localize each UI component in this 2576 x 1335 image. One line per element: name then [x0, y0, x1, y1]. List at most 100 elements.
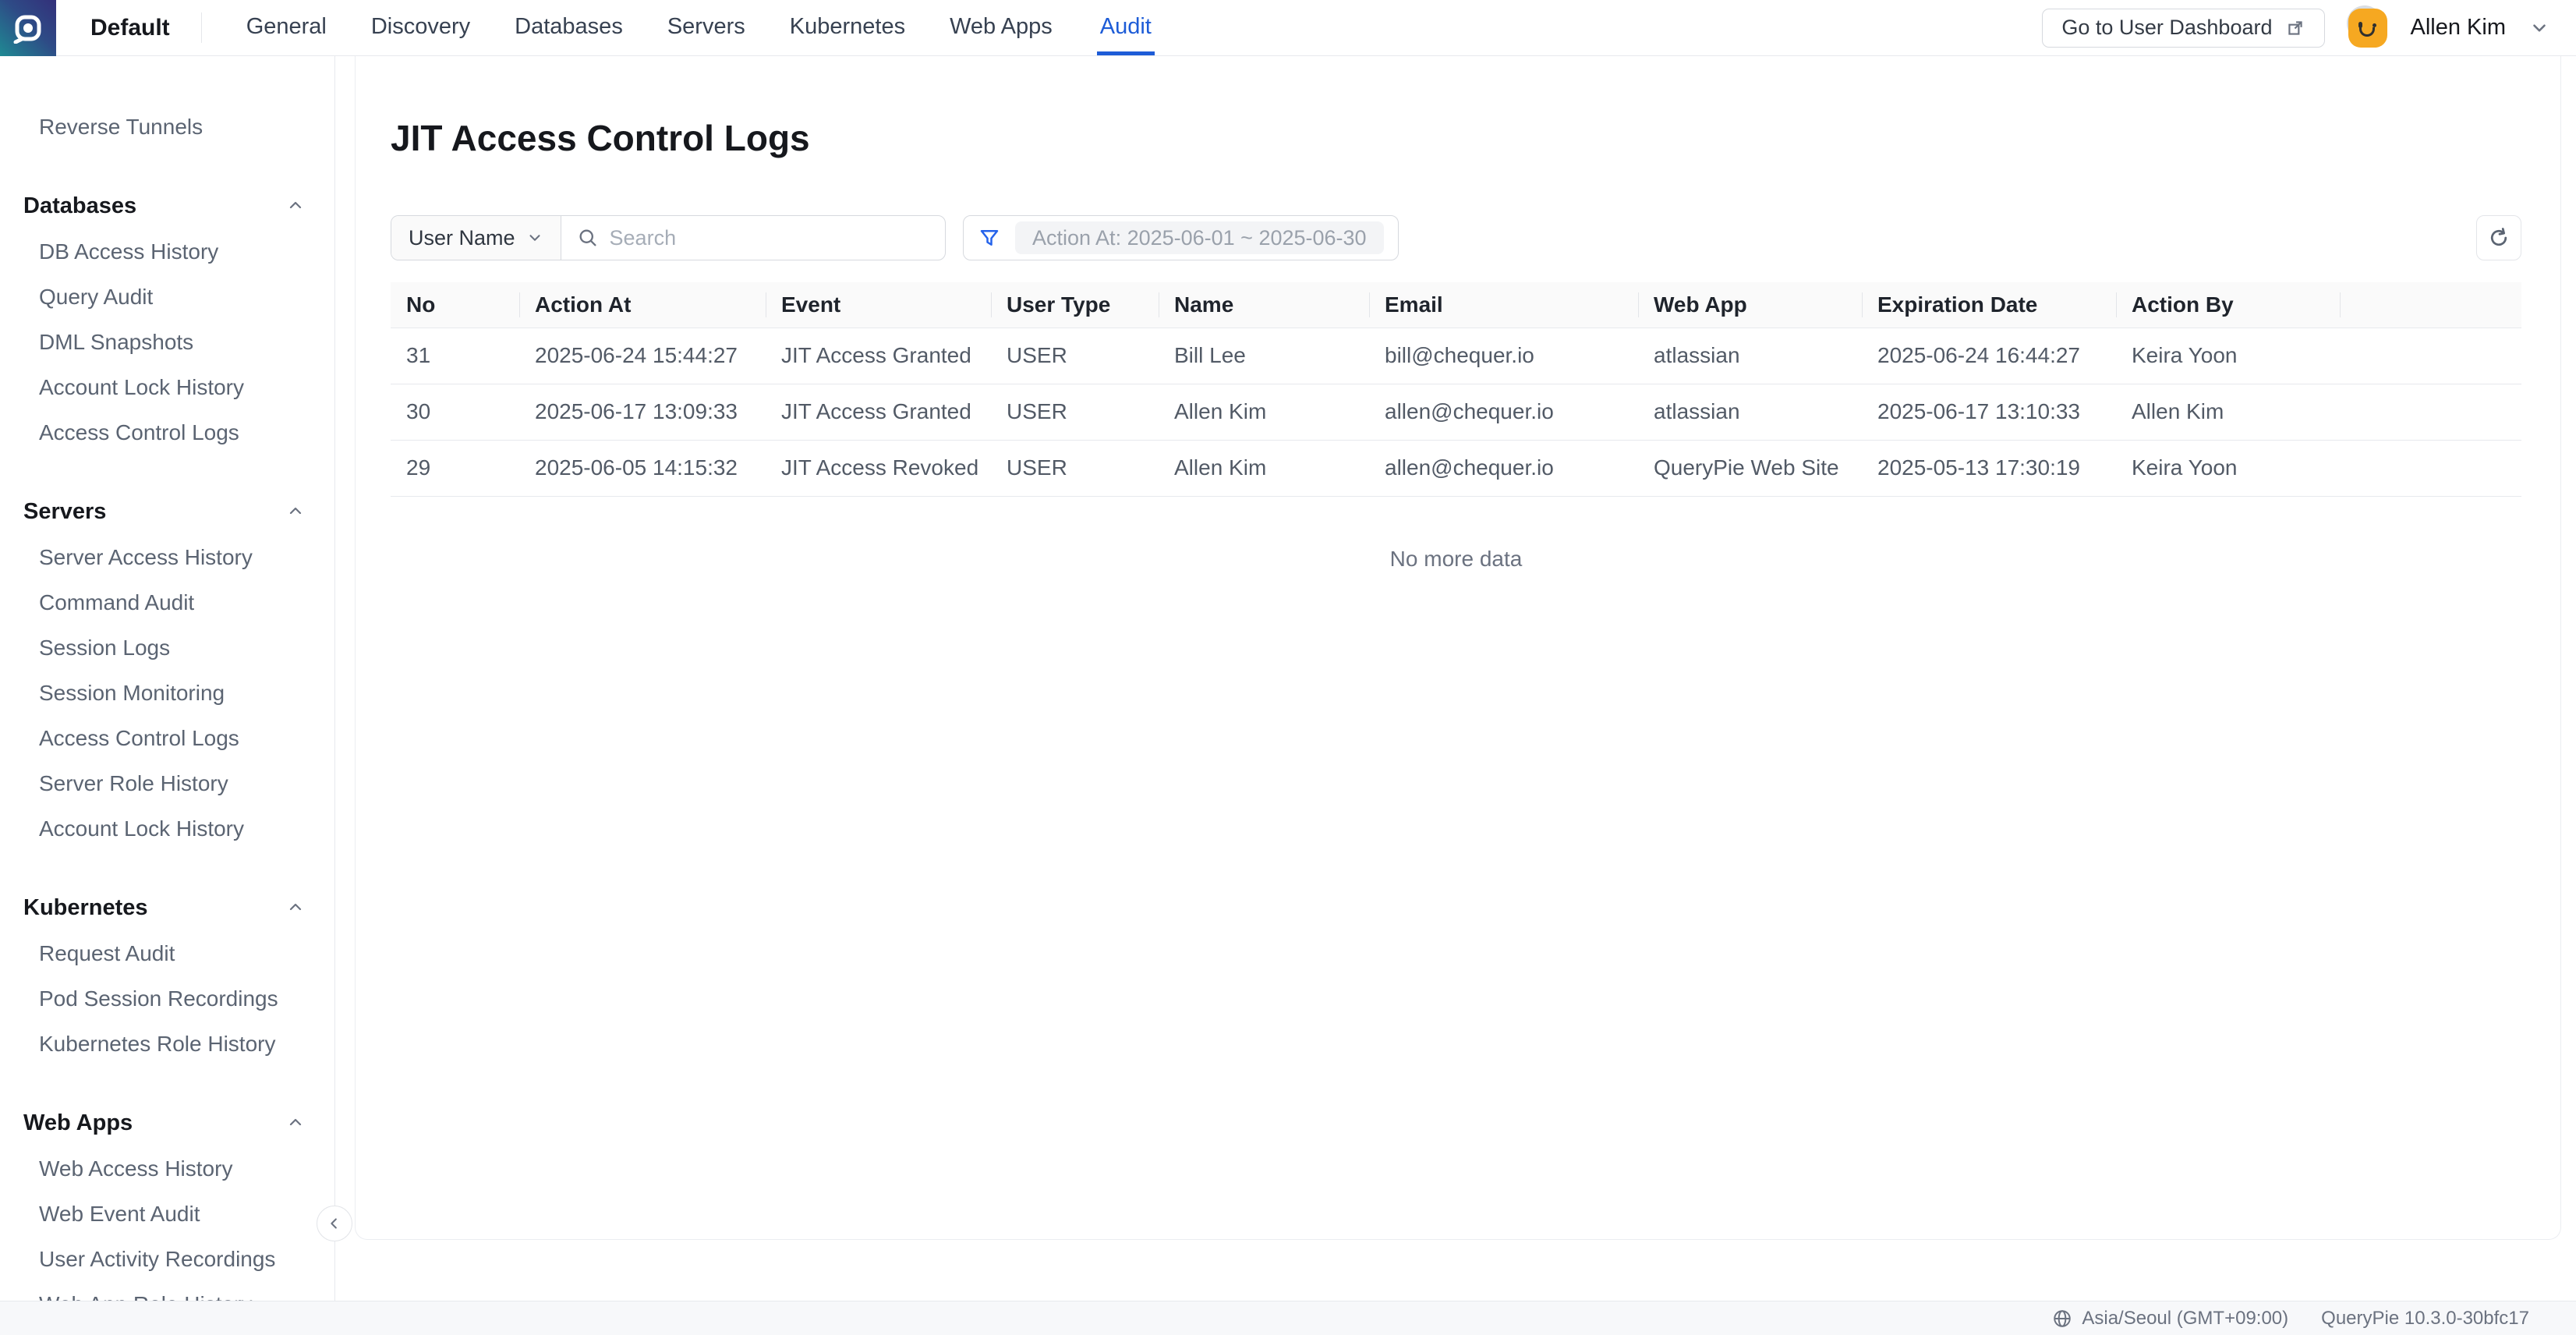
cell-expiration-date: 2025-06-17 13:10:33	[1862, 384, 2116, 440]
cell-name: Bill Lee	[1159, 328, 1369, 384]
search-field-selector[interactable]: User Name	[391, 216, 561, 260]
external-link-icon	[2285, 18, 2305, 38]
cell-action-by: Keira Yoon	[2116, 328, 2340, 384]
header-divider	[201, 12, 202, 43]
sidebar-item-web-access-history[interactable]: Web Access History	[0, 1146, 334, 1192]
table-row[interactable]: 30 2025-06-17 13:09:33 JIT Access Grante…	[391, 384, 2521, 440]
sidebar: Reverse Tunnels Databases DB Access Hist…	[0, 56, 335, 1301]
timezone-indicator[interactable]: Asia/Seoul (GMT+09:00)	[2052, 1308, 2288, 1330]
chevron-up-icon	[286, 1114, 305, 1132]
cell-expiration-date: 2025-05-13 17:30:19	[1862, 440, 2116, 496]
table-row[interactable]: 31 2025-06-24 15:44:27 JIT Access Grante…	[391, 328, 2521, 384]
col-event: Event	[766, 282, 991, 328]
top-header: Default General Discovery Databases Serv…	[0, 0, 2576, 56]
top-nav: General Discovery Databases Servers Kube…	[246, 0, 1155, 55]
sidebar-item-access-control-logs[interactable]: Access Control Logs	[0, 410, 334, 455]
cell-action-by: Keira Yoon	[2116, 440, 2340, 496]
dashboard-button-label: Go to User Dashboard	[2061, 16, 2272, 40]
section-title: Servers	[23, 499, 106, 525]
nav-audit[interactable]: Audit	[1097, 0, 1155, 55]
filter-funnel-icon[interactable]	[978, 226, 1001, 250]
sidebar-item-user-activity-recordings[interactable]: User Activity Recordings	[0, 1237, 334, 1282]
section-title: Databases	[23, 193, 136, 219]
cell-email: bill@chequer.io	[1369, 328, 1638, 384]
user-name[interactable]: Allen Kim	[2411, 15, 2507, 41]
cell-email: allen@chequer.io	[1369, 440, 1638, 496]
nav-web-apps[interactable]: Web Apps	[950, 0, 1053, 55]
sidebar-section-web-apps[interactable]: Web Apps	[0, 1100, 334, 1146]
sidebar-item-server-access-history[interactable]: Server Access History	[0, 535, 334, 580]
sidebar-collapse-button[interactable]	[317, 1206, 352, 1241]
sidebar-item-query-audit[interactable]: Query Audit	[0, 274, 334, 320]
header-right: Go to User Dashboard Allen Kim	[2042, 0, 2576, 55]
sidebar-item-reverse-tunnels[interactable]: Reverse Tunnels	[0, 104, 334, 150]
nav-databases[interactable]: Databases	[515, 0, 623, 55]
sidebar-item-dml-snapshots[interactable]: DML Snapshots	[0, 320, 334, 365]
version-label: QueryPie 10.3.0-30bfc17	[2321, 1308, 2529, 1330]
workspace-name[interactable]: Default	[90, 15, 170, 41]
sidebar-section-servers[interactable]: Servers	[0, 488, 334, 535]
cell-action-at: 2025-06-24 15:44:27	[519, 328, 766, 384]
nav-discovery[interactable]: Discovery	[371, 0, 470, 55]
nav-servers[interactable]: Servers	[667, 0, 745, 55]
cell-user-type: USER	[991, 384, 1159, 440]
cell-event: JIT Access Granted	[766, 328, 991, 384]
cell-no: 29	[391, 440, 519, 496]
cell-extra	[2340, 328, 2521, 384]
logs-table: No Action At Event User Type Name Email …	[391, 282, 2521, 497]
sidebar-item-web-event-audit[interactable]: Web Event Audit	[0, 1192, 334, 1237]
search-input[interactable]	[610, 226, 929, 250]
avatar-mouth	[2359, 27, 2375, 37]
querypie-logo-icon	[12, 12, 44, 44]
date-filter-group: Action At: 2025-06-01 ~ 2025-06-30	[963, 215, 1399, 260]
cell-event: JIT Access Granted	[766, 384, 991, 440]
cell-user-type: USER	[991, 328, 1159, 384]
cell-user-type: USER	[991, 440, 1159, 496]
sidebar-item-pod-session-recordings[interactable]: Pod Session Recordings	[0, 976, 334, 1022]
sidebar-item-command-audit[interactable]: Command Audit	[0, 580, 334, 625]
sidebar-section-databases[interactable]: Databases	[0, 182, 334, 229]
col-action-at: Action At	[519, 282, 766, 328]
cell-action-at: 2025-06-17 13:09:33	[519, 384, 766, 440]
col-action-by: Action By	[2116, 282, 2340, 328]
action-at-date-range[interactable]: Action At: 2025-06-01 ~ 2025-06-30	[1015, 221, 1384, 254]
nav-kubernetes[interactable]: Kubernetes	[790, 0, 905, 55]
content-card: JIT Access Control Logs User Name	[355, 56, 2561, 1240]
refresh-button[interactable]	[2476, 215, 2521, 260]
go-to-user-dashboard-button[interactable]: Go to User Dashboard	[2042, 9, 2324, 48]
cell-expiration-date: 2025-06-24 16:44:27	[1862, 328, 2116, 384]
table-header-row: No Action At Event User Type Name Email …	[391, 282, 2521, 328]
section-title: Kubernetes	[23, 895, 148, 921]
chevron-left-icon	[326, 1215, 343, 1232]
querypie-logo[interactable]	[0, 0, 56, 56]
sidebar-item-account-lock-history[interactable]: Account Lock History	[0, 365, 334, 410]
cell-extra	[2340, 384, 2521, 440]
avatar[interactable]	[2348, 9, 2387, 48]
page-title: JIT Access Control Logs	[391, 117, 2521, 159]
sidebar-item-session-monitoring[interactable]: Session Monitoring	[0, 671, 334, 716]
cell-email: allen@chequer.io	[1369, 384, 1638, 440]
col-no: No	[391, 282, 519, 328]
sidebar-item-kubernetes-role-history[interactable]: Kubernetes Role History	[0, 1022, 334, 1067]
sidebar-item-access-control-logs-servers[interactable]: Access Control Logs	[0, 716, 334, 761]
table-row[interactable]: 29 2025-06-05 14:15:32 JIT Access Revoke…	[391, 440, 2521, 496]
col-extra	[2340, 282, 2521, 328]
sidebar-item-db-access-history[interactable]: DB Access History	[0, 229, 334, 274]
col-web-app: Web App	[1638, 282, 1862, 328]
avatar-face	[2348, 9, 2387, 48]
sidebar-item-session-logs[interactable]: Session Logs	[0, 625, 334, 671]
nav-general[interactable]: General	[246, 0, 327, 55]
chevron-up-icon	[286, 197, 305, 215]
version-indicator: QueryPie 10.3.0-30bfc17	[2321, 1308, 2529, 1330]
sidebar-section-kubernetes[interactable]: Kubernetes	[0, 884, 334, 931]
sidebar-item-server-role-history[interactable]: Server Role History	[0, 761, 334, 806]
cell-name: Allen Kim	[1159, 440, 1369, 496]
cell-no: 31	[391, 328, 519, 384]
chevron-up-icon	[286, 502, 305, 521]
cell-event: JIT Access Revoked	[766, 440, 991, 496]
search-icon	[577, 227, 599, 249]
sidebar-item-request-audit[interactable]: Request Audit	[0, 931, 334, 976]
sidebar-item-account-lock-history-servers[interactable]: Account Lock History	[0, 806, 334, 852]
cell-no: 30	[391, 384, 519, 440]
user-menu-chevron-down-icon[interactable]	[2529, 18, 2549, 38]
